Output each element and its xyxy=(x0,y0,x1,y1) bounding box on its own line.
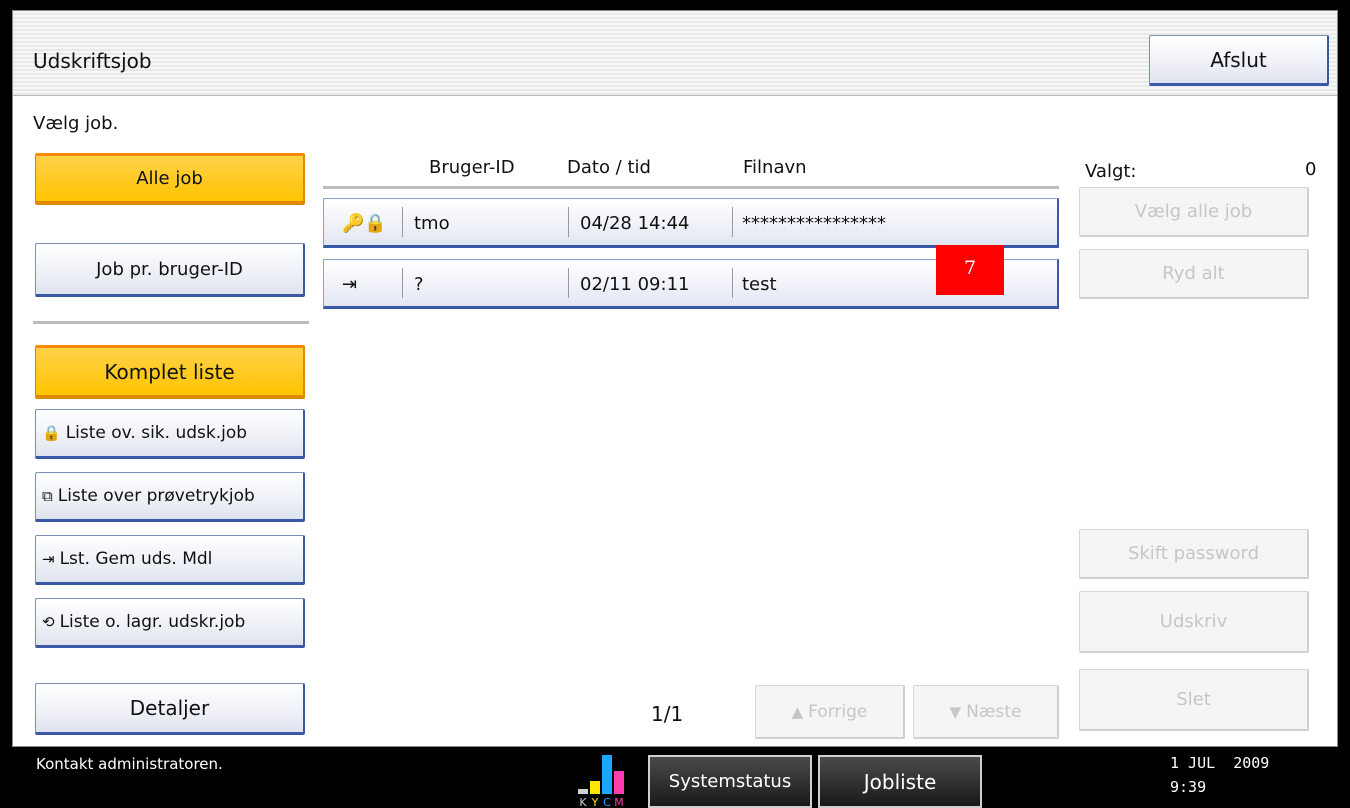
hold-print-list-label: Lst. Gem uds. Mdl xyxy=(59,549,213,569)
details-button[interactable]: Detaljer xyxy=(35,683,305,735)
toner-label-m: M xyxy=(614,796,624,808)
toner-label-c: C xyxy=(603,796,611,808)
column-separator xyxy=(402,207,403,237)
user-lock-icon: 🔑🔒 xyxy=(342,213,387,234)
job-list-button[interactable]: Jobliste xyxy=(818,755,982,808)
lock-icon: 🔒 xyxy=(42,424,61,442)
selected-label: Valgt: xyxy=(1085,161,1137,182)
header-datetime: Dato / tid xyxy=(567,157,651,178)
toner-label-y: Y xyxy=(591,796,599,808)
system-status-button[interactable]: Systemstatus xyxy=(648,755,812,808)
next-label: Næste xyxy=(966,701,1022,722)
exit-button[interactable]: Afslut xyxy=(1149,35,1329,86)
divider xyxy=(33,321,309,324)
status-bar: Kontakt administratoren. K Y C M Systems… xyxy=(0,747,1350,808)
clear-all-button[interactable]: Ryd alt xyxy=(1079,249,1309,299)
selected-count: 0 xyxy=(1305,159,1317,180)
stored-print-icon: ⟲ xyxy=(42,613,55,631)
window-title: Udskriftsjob xyxy=(33,49,152,73)
header-divider xyxy=(323,186,1059,189)
column-separator xyxy=(568,207,569,237)
toner-label-k: K xyxy=(579,796,587,808)
hold-print-icon: ⇥ xyxy=(342,274,358,295)
select-all-button[interactable]: Vælg alle job xyxy=(1079,187,1309,237)
print-jobs-window: Udskriftsjob Afslut Vælg job. Alle job J… xyxy=(12,10,1338,747)
column-separator xyxy=(732,207,733,237)
clock: 1 JUL 2009 9:39 xyxy=(1170,751,1269,799)
previous-page-button[interactable]: ▲ Forrige xyxy=(755,685,905,739)
toner-level-icon: K Y C M xyxy=(578,755,624,808)
secure-print-list-label: Liste ov. sik. udsk.job xyxy=(65,423,248,443)
all-jobs-button[interactable]: Alle job xyxy=(35,153,305,205)
triangle-down-icon: ▼ xyxy=(949,702,962,721)
row-datetime: 04/28 14:44 xyxy=(580,213,690,234)
status-message: Kontakt administratoren. xyxy=(36,755,223,773)
row-filename: test xyxy=(742,274,777,295)
triangle-up-icon: ▲ xyxy=(791,702,804,721)
column-separator xyxy=(732,268,733,298)
jobs-by-user-button[interactable]: Job pr. bruger-ID xyxy=(35,243,305,297)
row-user: ? xyxy=(414,274,424,295)
row-datetime: 02/11 09:11 xyxy=(580,274,690,295)
hold-print-list-button[interactable]: ⇥ Lst. Gem uds. Mdl xyxy=(35,535,305,585)
sample-print-icon: ⧉ xyxy=(42,487,53,505)
annotation-badge: 7 xyxy=(936,245,1004,295)
complete-list-button[interactable]: Komplet liste xyxy=(35,345,305,399)
prompt-text: Vælg job. xyxy=(33,113,119,134)
previous-label: Forrige xyxy=(808,701,868,722)
title-bar: Udskriftsjob Afslut xyxy=(13,11,1337,96)
next-page-button[interactable]: ▼ Næste xyxy=(913,685,1059,739)
row-filename: **************** xyxy=(742,213,886,234)
time-display: 9:39 xyxy=(1170,778,1207,796)
date-display: 1 JUL 2009 xyxy=(1170,754,1270,772)
header-user-id: Bruger-ID xyxy=(429,157,515,178)
print-button[interactable]: Udskriv xyxy=(1079,591,1309,653)
column-separator xyxy=(402,268,403,298)
row-user: tmo xyxy=(414,213,450,234)
job-row[interactable]: 🔑🔒 tmo 04/28 14:44 **************** xyxy=(323,198,1059,248)
column-separator xyxy=(568,268,569,298)
change-password-button[interactable]: Skift password xyxy=(1079,529,1309,579)
hold-print-icon: ⇥ xyxy=(42,550,55,568)
stored-print-list-label: Liste o. lagr. udskr.job xyxy=(59,612,246,632)
page-indicator: 1/1 xyxy=(651,702,684,726)
header-filename: Filnavn xyxy=(743,157,807,178)
sample-print-list-label: Liste over prøvetrykjob xyxy=(57,486,255,506)
stored-print-list-button[interactable]: ⟲ Liste o. lagr. udskr.job xyxy=(35,598,305,648)
delete-button[interactable]: Slet xyxy=(1079,669,1309,731)
secure-print-list-button[interactable]: 🔒 Liste ov. sik. udsk.job xyxy=(35,409,305,459)
sample-print-list-button[interactable]: ⧉ Liste over prøvetrykjob xyxy=(35,472,305,522)
